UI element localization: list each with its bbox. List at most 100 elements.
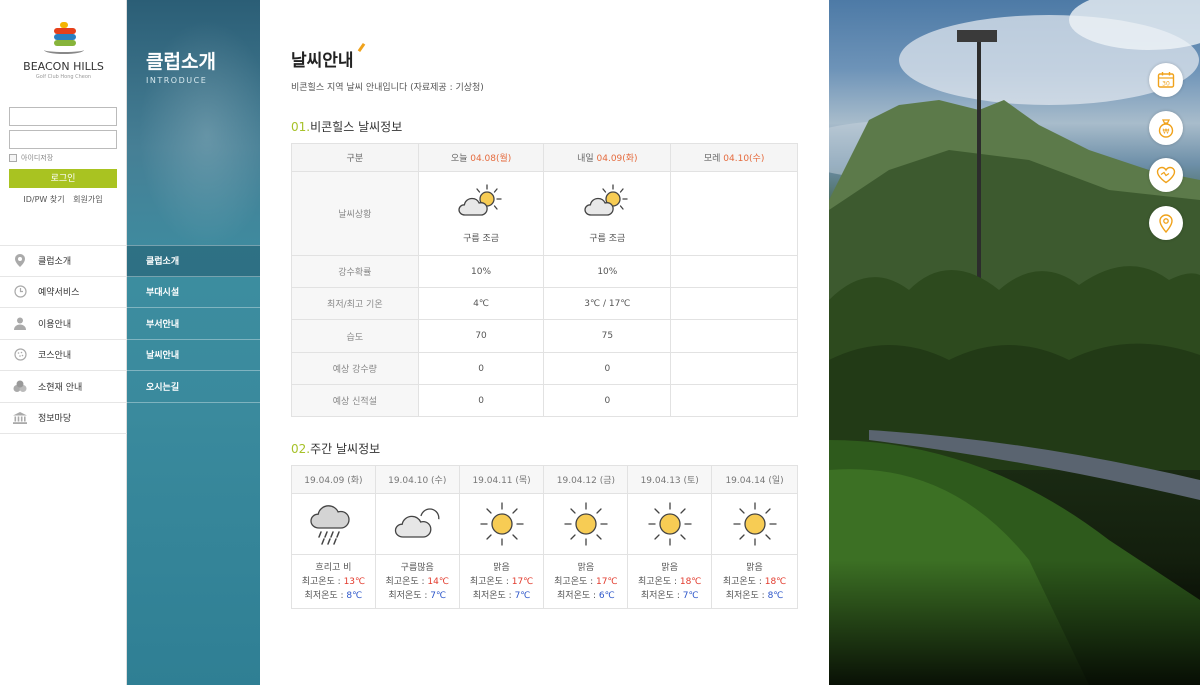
table-cell: 4℃ [417,287,545,320]
nav-item-course[interactable]: 코스안내 [0,340,127,371]
rain-cloud-icon [310,505,351,545]
today-weather-heading: 01.비콘힐스 날씨정보 [291,118,402,135]
join-link[interactable]: 회원가입 [73,195,102,204]
forecast-condition: 맑음 [577,562,595,573]
subnav-item-directions[interactable]: 오시는길 [127,371,260,403]
page-title: 날씨안내 [291,42,365,71]
quick-favorite-button[interactable] [1149,158,1183,192]
icon-cell [291,493,376,555]
section-title: 클럽소개 [146,51,216,73]
forecast-condition: 맑음 [493,562,510,573]
forecast-cell: 흐리고 비 최고온도 : 13℃ 최저온도 : 8℃ [291,554,376,609]
table-header: 구분 [291,143,419,172]
date-header: 19.04.11 (목) [458,465,545,494]
date-header: 19.04.14 (일) [711,465,798,494]
partly-cloudy-icon [584,184,628,216]
icon-cell [627,493,713,555]
forecast-low: 최저온도 : 7℃ [640,590,699,601]
login-button[interactable]: 로그인 [9,169,117,188]
table-cell: 70 [417,319,545,353]
golf-ball-icon [13,348,27,362]
nav-label: 이용안내 [38,319,72,330]
table-cell: 0 [417,384,545,417]
quick-reservation-button[interactable]: 30 [1149,63,1183,97]
sunny-icon [732,502,777,546]
today-weather-table: 구분 오늘 04.08(월) 내일 04.09(화) 모레 04.10(수) 날… [291,143,798,417]
partly-cloudy-icon [458,184,502,216]
nav-item-board[interactable]: 정보마당 [0,403,127,434]
table-cell: 3℃ / 17℃ [543,287,672,320]
nav-item-reservation[interactable]: 예약서비스 [0,277,127,308]
row-label: 날씨상황 [291,171,419,256]
quick-fee-button[interactable]: ₩ [1149,111,1183,145]
person-icon [13,316,27,330]
subnav-item-club-intro[interactable]: 클럽소개 [127,245,260,277]
table-cell [670,319,798,353]
id-input[interactable] [9,107,117,126]
heading-text: 비콘힐스 날씨정보 [310,120,403,134]
date-header: 19.04.13 (토) [627,465,713,494]
weekly-weather-heading: 02.주간 날씨정보 [291,440,380,457]
table-cell: 10% [417,255,545,288]
table-header: 모레 04.10(수) [670,143,798,172]
forecast-high: 최고온도 : 17℃ [554,576,618,587]
icon-cell [711,493,798,555]
table-header: 오늘 04.08(월) [417,143,545,172]
condition-text: 구름 조금 [589,234,626,244]
nav-label: 코스안내 [38,351,72,362]
sub-nav: 클럽소개 부대시설 부서안내 날씨안내 오시는길 [127,245,260,403]
icon-cell [374,493,460,555]
heading-number: 01. [291,120,311,134]
logo[interactable]: BEACON HILLS Golf Club Hong Cheon [0,22,127,80]
page-description: 비콘힐스 지역 날씨 안내입니다 (자료제공 : 기상청) [291,83,484,93]
table-cell [670,287,798,320]
remember-id[interactable]: 아이디저장 [9,153,117,163]
table-cell: 0 [417,352,545,385]
table-header: 내일 04.09(화) [543,143,672,172]
table-cell: 0 [543,352,672,385]
subnav-item-departments[interactable]: 부서안내 [127,308,260,340]
condition-text: 구름 조금 [463,234,500,244]
find-id-pw-link[interactable]: ID/PW 찾기 [23,195,64,204]
golf-course-photo [829,0,1200,685]
quick-location-button[interactable] [1149,206,1183,240]
nav-item-info[interactable]: 소현재 안내 [0,371,127,403]
sunny-icon [648,502,692,546]
heading-number: 02. [291,442,311,456]
logo-title: BEACON HILLS [23,60,104,73]
weekly-weather-table: 19.04.09 (화) 19.04.10 (수) 19.04.11 (목) 1… [291,465,798,609]
cloudy-icon [395,508,440,538]
nav-label: 예약서비스 [38,288,80,299]
icon-cell [458,493,545,555]
title-accent-icon [357,42,365,53]
forecast-cell: 구름많음 최고온도 : 14℃ 최저온도 : 7℃ [374,554,460,609]
svg-text:30: 30 [1162,80,1170,87]
forecast-cell: 맑음 최고온도 : 17℃ 최저온도 : 6℃ [543,554,629,609]
nav-item-usage[interactable]: 이용안내 [0,308,127,340]
nav-item-club[interactable]: 클럽소개 [0,245,127,277]
nav-label: 소현재 안내 [38,382,83,393]
balls-icon [13,379,27,393]
subnav-item-facilities[interactable]: 부대시설 [127,277,260,308]
golf-course-illustration [829,0,1200,685]
row-label: 최저/최고 기온 [291,287,419,320]
condition-cell [670,171,798,256]
forecast-low: 최저온도 : 8℃ [725,590,784,601]
calendar-icon: 30 [1157,72,1175,88]
password-input[interactable] [9,130,117,149]
forecast-cell: 맑음 최고온도 : 17℃ 최저온도 : 7℃ [458,554,545,609]
table-cell: 10% [543,255,672,288]
row-label: 습도 [291,319,419,353]
icon-cell [543,493,629,555]
page-title-text: 날씨안내 [291,51,354,71]
subnav-item-weather[interactable]: 날씨안내 [127,340,260,371]
forecast-high: 최고온도 : 17℃ [469,576,534,587]
remember-label: 아이디저장 [21,154,54,162]
date-header: 19.04.12 (금) [543,465,629,494]
logo-subtitle: Golf Club Hong Cheon [35,74,92,80]
nav-label: 클럽소개 [38,257,72,268]
forecast-high: 최고온도 : 14℃ [385,576,449,587]
forecast-low: 최저온도 : 7℃ [472,590,531,601]
section-sidebar: 클럽소개 INTRODUCE 클럽소개 부대시설 부서안내 날씨안내 오시는길 [127,0,260,685]
remember-checkbox[interactable] [9,154,17,162]
